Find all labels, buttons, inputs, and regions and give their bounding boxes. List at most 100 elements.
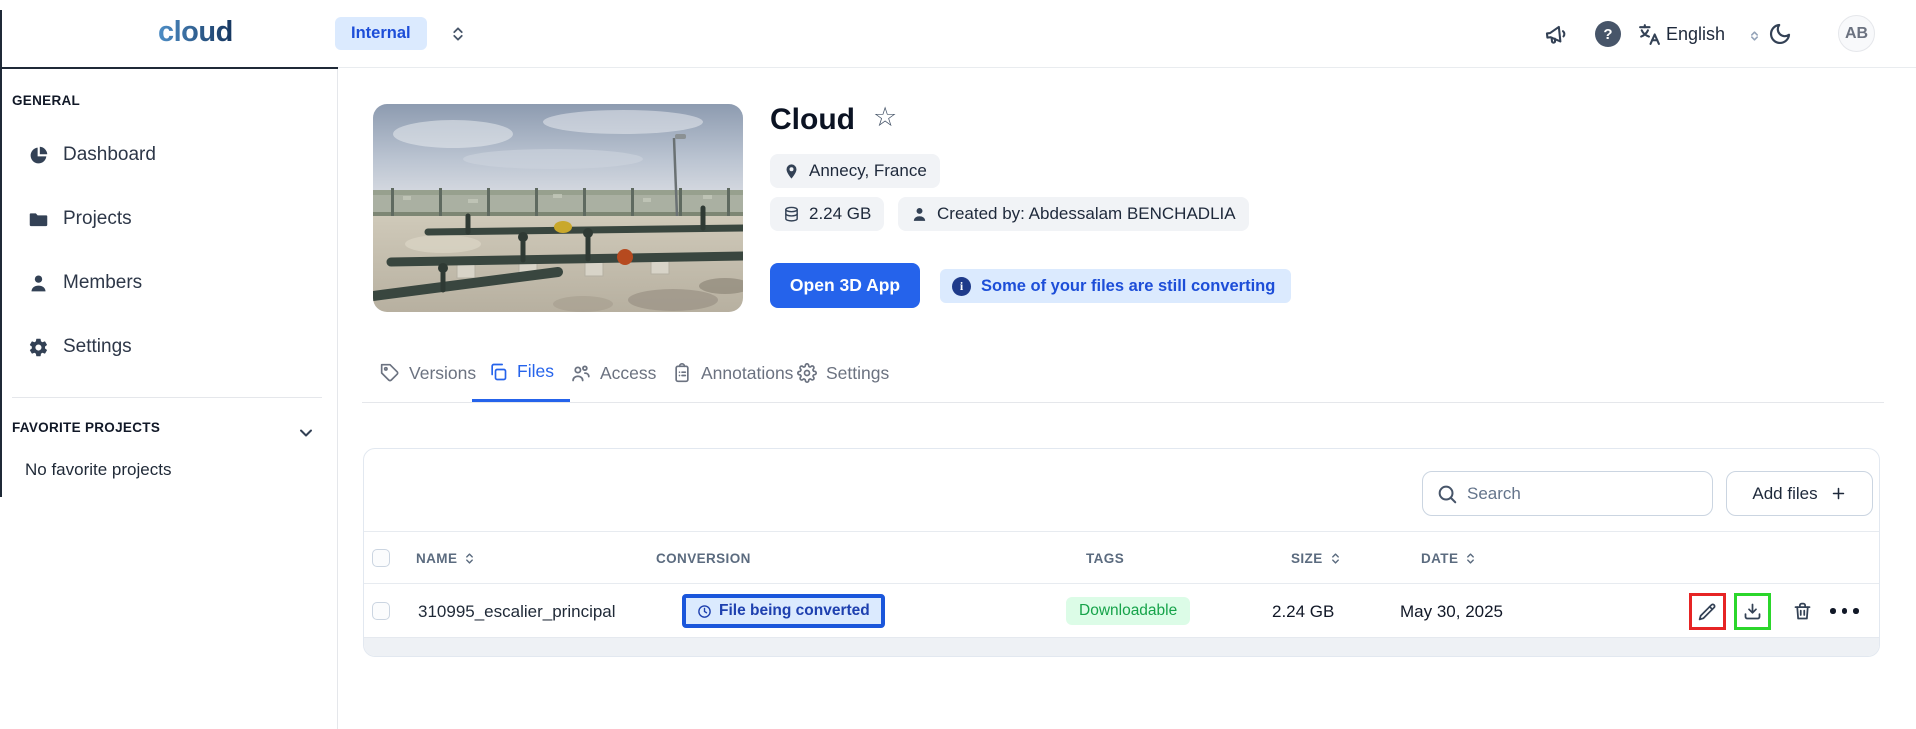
info-icon: i	[952, 277, 971, 296]
project-thumbnail[interactable]	[373, 104, 743, 312]
avatar-initials: AB	[1845, 25, 1868, 43]
tag-badge: Downloadable	[1066, 597, 1190, 625]
column-header-name[interactable]: NAME	[416, 532, 476, 585]
sort-icon	[463, 551, 476, 566]
location-pin-icon	[783, 163, 800, 180]
search-icon	[1436, 483, 1458, 505]
column-label: CONVERSION	[656, 551, 751, 566]
delete-button[interactable]	[1784, 593, 1821, 630]
file-date: May 30, 2025	[1400, 584, 1503, 639]
column-header-tags: TAGS	[1086, 532, 1124, 585]
column-label: TAGS	[1086, 551, 1124, 566]
translate-icon[interactable]	[1637, 22, 1662, 47]
sidebar-section-favorites: FAVORITE PROJECTS	[12, 420, 160, 435]
person-icon	[28, 273, 49, 294]
more-actions-button[interactable]	[1830, 608, 1859, 614]
gear-icon	[28, 337, 49, 358]
location-badge: Annecy, France	[770, 154, 940, 188]
tab-label: Files	[517, 361, 554, 382]
row-checkbox[interactable]	[372, 602, 390, 620]
sidebar-annotation-top-line	[0, 67, 338, 69]
sidebar-item-label: Projects	[63, 208, 132, 230]
sidebar-item-projects[interactable]: Projects	[12, 202, 132, 236]
files-panel: Add files NAME CONVERSION TAGS SIZE D	[363, 448, 1880, 657]
database-icon	[783, 206, 800, 223]
dark-mode-moon-icon[interactable]	[1768, 22, 1792, 46]
folder-icon	[28, 209, 49, 230]
clipboard-icon	[672, 363, 692, 383]
tag-icon	[380, 363, 400, 383]
table-scrollbar-track[interactable]	[364, 637, 1879, 656]
conversion-status-annotation-box: File being converted	[682, 594, 885, 628]
pipeline-site-image	[373, 104, 743, 312]
column-label: NAME	[416, 551, 457, 566]
pencil-icon	[1697, 601, 1718, 622]
project-size-badge: 2.24 GB	[770, 197, 884, 231]
sidebar-item-label: Members	[63, 272, 142, 294]
add-files-label: Add files	[1752, 484, 1817, 504]
tab-settings[interactable]: Settings	[781, 344, 905, 402]
column-label: SIZE	[1291, 551, 1323, 566]
tab-access[interactable]: Access	[554, 344, 672, 402]
person-icon	[911, 206, 928, 223]
search-input[interactable]	[1467, 472, 1707, 515]
sidebar-item-label: Settings	[63, 336, 132, 358]
app-logo: cloud	[158, 16, 233, 49]
help-button[interactable]: ?	[1595, 21, 1621, 47]
clock-icon	[697, 604, 712, 619]
sidebar-annotation-left-line	[0, 10, 2, 497]
project-size-label: 2.24 GB	[809, 204, 871, 224]
announcements-megaphone-icon[interactable]	[1544, 22, 1569, 47]
creator-badge: Created by: Abdessalam BENCHADLIA	[898, 197, 1249, 231]
creator-label: Created by: Abdessalam BENCHADLIA	[937, 204, 1236, 224]
language-selector[interactable]: English	[1666, 24, 1725, 45]
gear-icon	[797, 363, 817, 383]
app-window: cloud Internal ? English	[0, 0, 1916, 729]
trash-icon	[1792, 601, 1813, 622]
tab-label: Access	[600, 363, 656, 384]
workspace-label: Internal	[351, 24, 411, 43]
select-all-checkbox[interactable]	[372, 549, 390, 567]
open-3d-app-button[interactable]: Open 3D App	[770, 263, 920, 308]
tab-label: Annotations	[701, 363, 793, 384]
column-label: DATE	[1421, 551, 1458, 566]
sidebar-item-settings[interactable]: Settings	[12, 330, 132, 364]
download-button[interactable]	[1734, 593, 1771, 630]
location-label: Annecy, France	[809, 161, 927, 181]
conversion-status-badge: File being converted	[686, 598, 881, 624]
sidebar-item-dashboard[interactable]: Dashboard	[12, 138, 156, 172]
top-header: cloud Internal ? English	[0, 0, 1916, 68]
language-caret-icon[interactable]	[1748, 29, 1761, 43]
help-label: ?	[1603, 26, 1612, 43]
download-icon	[1742, 601, 1763, 622]
favorites-empty-text: No favorite projects	[25, 460, 171, 480]
search-field	[1422, 471, 1713, 516]
sidebar-divider	[12, 397, 322, 398]
add-files-button[interactable]: Add files	[1726, 471, 1873, 516]
converting-notice-text: Some of your files are still converting	[981, 277, 1275, 296]
tab-label: Versions	[409, 363, 476, 384]
workspace-badge[interactable]: Internal	[335, 17, 427, 50]
sidebar-item-label: Dashboard	[63, 144, 156, 166]
table-header-row: NAME CONVERSION TAGS SIZE DATE	[364, 531, 1879, 584]
file-name: 310995_escalier_principal	[418, 584, 616, 639]
file-size: 2.24 GB	[1272, 584, 1334, 639]
user-avatar[interactable]: AB	[1838, 15, 1875, 52]
tab-label: Settings	[826, 363, 889, 384]
sort-icon	[1329, 551, 1342, 566]
table-row[interactable]: 310995_escalier_principal File being con…	[364, 584, 1879, 639]
column-header-size[interactable]: SIZE	[1291, 532, 1342, 585]
column-header-date[interactable]: DATE	[1421, 532, 1477, 585]
edit-button[interactable]	[1689, 593, 1726, 630]
converting-notice: i Some of your files are still convertin…	[940, 269, 1291, 303]
sidebar: GENERAL Dashboard Projects Members Setti…	[0, 68, 338, 729]
favorite-star-icon[interactable]: ☆	[873, 104, 897, 131]
column-header-conversion: CONVERSION	[656, 532, 751, 585]
sidebar-item-members[interactable]: Members	[12, 266, 142, 300]
conversion-status-label: File being converted	[719, 602, 870, 620]
favorites-collapse-chevron-icon[interactable]	[296, 423, 316, 443]
sidebar-section-general: GENERAL	[12, 93, 80, 108]
workspace-selector-icon[interactable]	[449, 24, 467, 44]
sort-icon	[1464, 551, 1477, 566]
plus-icon	[1830, 485, 1847, 502]
